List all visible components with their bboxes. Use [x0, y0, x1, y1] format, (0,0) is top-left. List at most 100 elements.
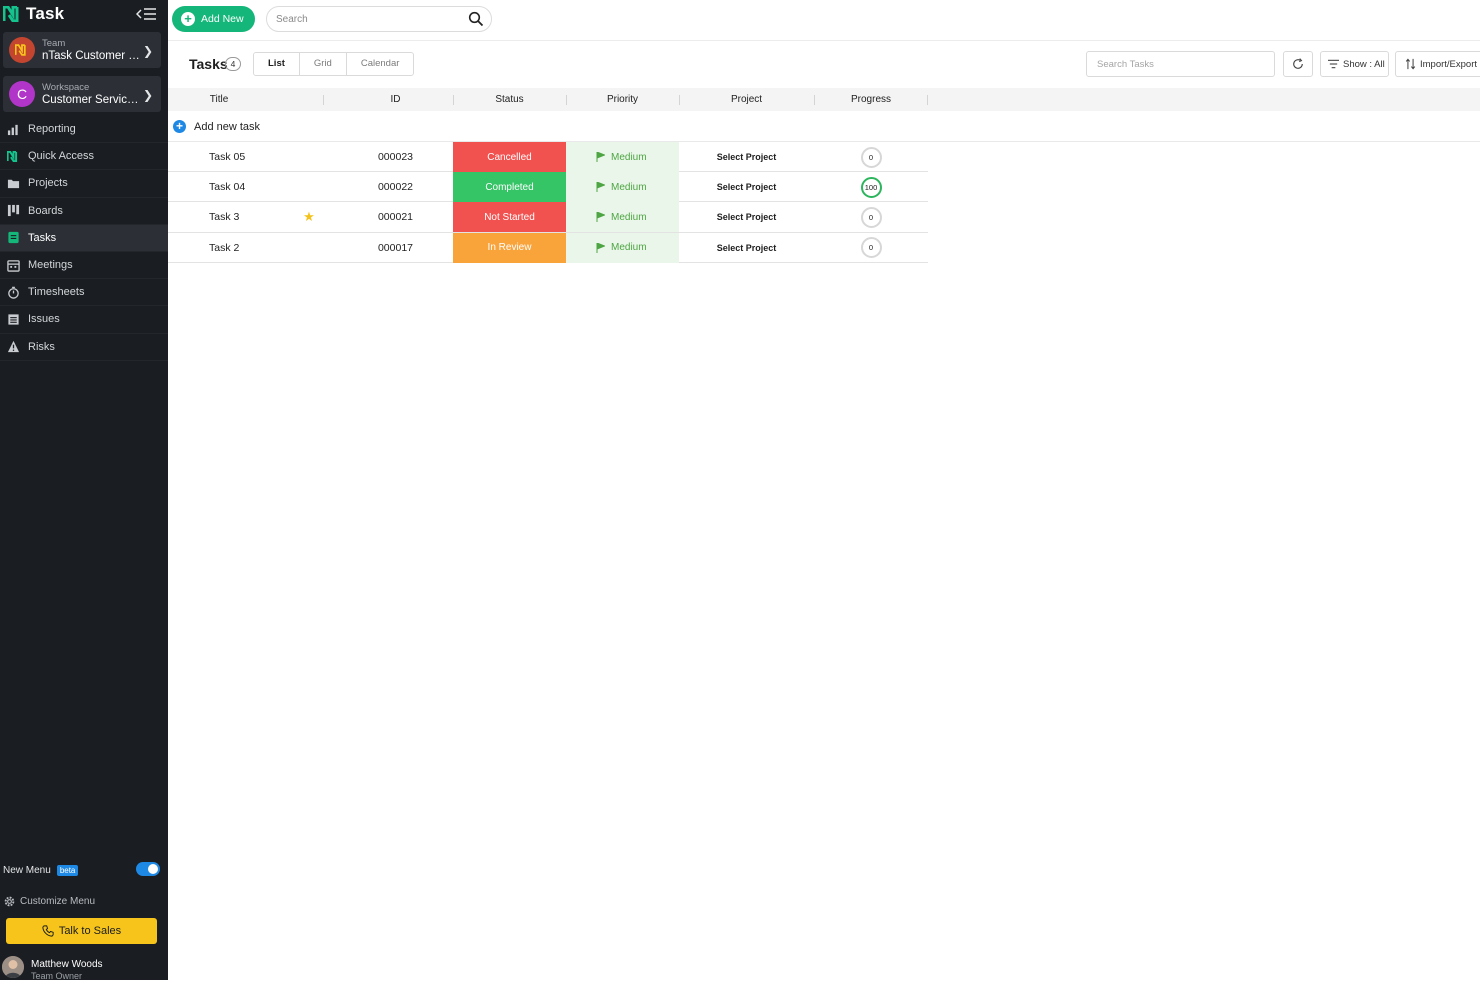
sidebar-item-issues[interactable]: Issues — [0, 306, 168, 334]
sidebar-item-meetings[interactable]: Meetings — [0, 252, 168, 280]
add-new-task-label: Add new task — [194, 120, 261, 133]
column-header-progress[interactable]: Progress — [813, 88, 929, 111]
column-divider — [927, 95, 928, 105]
search-tasks-input[interactable] — [1086, 51, 1275, 77]
table-row[interactable]: Task 05 000023 Cancelled Medium Select P… — [168, 142, 929, 173]
import-export-button[interactable]: Import/Export — [1395, 51, 1480, 77]
refresh-icon — [1293, 58, 1303, 69]
task-table-body: Task 05 000023 Cancelled Medium Select P… — [168, 142, 928, 263]
customize-menu-button[interactable]: Customize Menu — [3, 895, 95, 908]
warning-icon — [6, 340, 20, 354]
talk-to-sales-button[interactable]: Talk to Sales — [6, 918, 157, 944]
task-title[interactable]: Task 05 — [209, 142, 309, 172]
search-icon[interactable] — [468, 11, 484, 27]
global-search-input[interactable] — [266, 6, 492, 32]
sidebar-item-label: Projects — [28, 177, 68, 190]
project-select[interactable]: Select Project — [680, 172, 813, 202]
column-header-project[interactable]: Project — [680, 88, 813, 111]
workspace-switcher[interactable]: C Workspace Customer Service... ❯ — [3, 76, 161, 112]
show-filter-label: Show : All — [1343, 58, 1385, 70]
flag-icon — [596, 242, 605, 253]
user-profile[interactable]: Matthew Woods Team Owner — [2, 956, 103, 982]
refresh-button[interactable] — [1283, 51, 1313, 77]
view-tabs: List Grid Calendar — [253, 52, 415, 76]
list-icon — [6, 312, 20, 326]
task-title[interactable]: Task 2 — [209, 233, 309, 263]
priority-label: Medium — [611, 211, 647, 223]
tab-calendar[interactable]: Calendar — [347, 53, 414, 75]
progress-ring: 0 — [860, 206, 882, 228]
status-badge[interactable]: In Review — [453, 232, 566, 263]
tab-grid[interactable]: Grid — [300, 53, 347, 75]
workspace-name: Customer Service... — [42, 94, 142, 106]
table-row[interactable]: Task 2 000017 In Review Medium Select Pr… — [168, 232, 928, 263]
phone-icon — [42, 925, 54, 937]
column-header-id[interactable]: ID — [353, 88, 438, 111]
sidebar-item-label: Reporting — [28, 123, 76, 136]
priority-cell[interactable]: Medium — [566, 202, 679, 233]
sidebar-item-tasks[interactable]: Tasks — [0, 224, 168, 252]
import-export-label: Import/Export — [1420, 58, 1478, 70]
project-select[interactable]: Select Project — [680, 202, 813, 232]
progress-cell: 100 — [813, 172, 929, 202]
column-header-title[interactable]: Title — [188, 88, 250, 111]
import-export-icon — [1405, 58, 1416, 70]
column-divider — [323, 95, 324, 105]
new-menu-toggle[interactable] — [136, 862, 160, 876]
project-select[interactable]: Select Project — [680, 233, 813, 263]
tab-list[interactable]: List — [254, 53, 300, 75]
progress-ring: 100 — [860, 176, 882, 198]
chevron-right-icon: ❯ — [142, 44, 153, 58]
priority-cell[interactable]: Medium — [566, 232, 679, 263]
table-row[interactable]: Task 04 000022 Completed Medium Select P… — [168, 172, 929, 203]
sidebar-item-boards[interactable]: Boards — [0, 198, 168, 225]
task-id: 000021 — [377, 211, 414, 224]
status-badge[interactable]: Not Started — [453, 202, 566, 233]
show-filter-button[interactable]: Show : All — [1320, 51, 1389, 77]
task-id: 000023 — [377, 151, 414, 163]
status-badge[interactable]: Cancelled — [453, 142, 566, 172]
calendar-icon — [6, 258, 20, 272]
ntask-team-logo-icon — [15, 44, 26, 56]
table-row[interactable]: Task 3 ★ 000021 Not Started Medium Selec… — [168, 202, 929, 233]
new-menu-label: New Menu — [3, 864, 51, 876]
project-select[interactable]: Select Project — [680, 142, 813, 172]
priority-cell[interactable]: Medium — [566, 172, 679, 203]
team-switcher[interactable]: Team nTask Customer S... ❯ — [3, 32, 161, 68]
sidebar-item-quick-access[interactable]: Quick Access — [0, 143, 168, 171]
add-new-task-row[interactable]: + Add new task — [168, 112, 1480, 142]
tasks-icon — [6, 231, 20, 245]
column-header-priority[interactable]: Priority — [566, 88, 679, 111]
bar-chart-icon — [6, 122, 20, 136]
add-new-button[interactable]: + Add New — [172, 6, 255, 32]
column-header-status[interactable]: Status — [453, 88, 566, 111]
team-name: nTask Customer S... — [42, 50, 142, 62]
sidebar-item-reporting[interactable]: Reporting — [0, 116, 168, 144]
progress-ring: 0 — [860, 146, 882, 168]
sidebar-item-risks[interactable]: Risks — [0, 334, 168, 361]
filter-icon — [1328, 59, 1339, 69]
task-title[interactable]: Task 3 — [209, 202, 309, 232]
flag-icon — [596, 152, 605, 162]
progress-cell: 0 — [813, 202, 929, 232]
status-badge[interactable]: Completed — [453, 172, 566, 203]
avatar — [2, 956, 24, 978]
task-id: 000022 — [377, 181, 414, 194]
task-title[interactable]: Task 04 — [209, 172, 309, 202]
collapse-sidebar-button[interactable] — [135, 6, 158, 22]
star-icon[interactable]: ★ — [302, 202, 316, 232]
progress-cell: 0 — [813, 142, 929, 172]
brand[interactable]: Task — [3, 4, 64, 24]
user-name: Matthew Woods — [31, 959, 103, 970]
team-avatar — [9, 37, 35, 63]
beta-badge: beta — [56, 864, 79, 876]
folder-icon — [6, 176, 20, 190]
priority-label: Medium — [611, 181, 647, 193]
priority-cell[interactable]: Medium — [566, 142, 679, 172]
priority-label: Medium — [611, 151, 647, 163]
sidebar-nav: Reporting Quick Access Projects Boards T… — [0, 116, 168, 361]
plus-icon: + — [181, 12, 195, 26]
sidebar-item-projects[interactable]: Projects — [0, 170, 168, 198]
sidebar-item-timesheets[interactable]: Timesheets — [0, 279, 168, 307]
user-role: Team Owner — [31, 971, 83, 981]
